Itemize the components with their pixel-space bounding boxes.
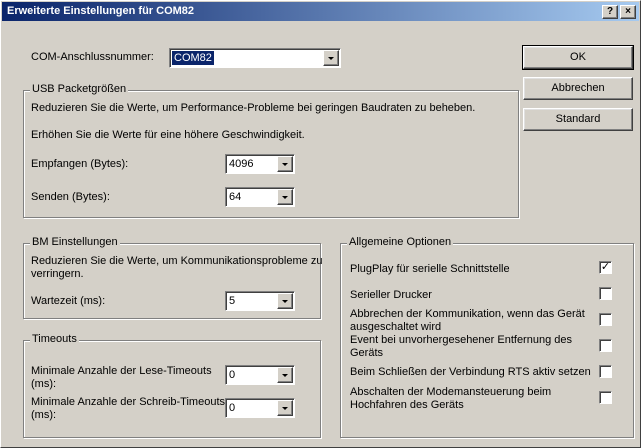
option-cancel-comm-label-1: Abbrechen der Kommunikation, wenn das Ge… [350,308,585,320]
chevron-down-icon[interactable] [277,156,293,172]
write-timeout-select[interactable]: 0 [225,398,295,418]
dialog-window: Erweiterte Einstellungen für COM82 ? × C… [0,0,641,448]
latency-label: Wartezeit (ms): [31,295,106,307]
receive-bytes-select[interactable]: 4096 [225,154,295,174]
help-icon: ? [606,6,614,17]
checkmark-icon: ✓ [600,261,611,273]
chevron-down-icon[interactable] [277,367,293,383]
option-plugplay-checkbox[interactable]: ✓ [599,261,612,274]
option-rts-checkbox[interactable] [599,365,612,378]
option-modem-checkbox[interactable] [599,391,612,404]
send-bytes-value: 64 [229,191,242,203]
option-plugplay-label: PlugPlay für serielle Schnittstelle [350,263,510,275]
read-timeout-label-1: Minimale Anzahle der Lese-Timeouts [31,365,212,377]
default-button[interactable]: Standard [523,108,633,131]
option-cancel-comm-checkbox[interactable] [599,313,612,326]
com-port-label: COM-Anschlussnummer: [31,51,154,63]
chevron-down-icon[interactable] [277,189,293,205]
title-bar[interactable]: Erweiterte Einstellungen für COM82 ? × [2,2,639,21]
bm-group-title: BM Einstellungen [30,236,120,248]
window-title: Erweiterte Einstellungen für COM82 [7,5,195,17]
read-timeout-select[interactable]: 0 [225,365,295,385]
latency-value: 5 [229,295,236,307]
options-group-title: Allgemeine Optionen [347,236,454,248]
option-modem-label-1: Abschalten der Modemansteuerung beim [350,386,552,398]
timeouts-group-title: Timeouts [30,333,79,345]
latency-select[interactable]: 5 [225,291,295,311]
send-bytes-select[interactable]: 64 [225,187,295,207]
write-timeout-label-1: Minimale Anzahle der Schreib-Timeouts [31,396,226,408]
receive-bytes-value: 4096 [229,158,254,170]
usb-group-title: USB Packetgrößen [30,83,129,95]
bm-description-1: Reduzieren Sie die Werte, um Kommunikati… [31,255,323,267]
read-timeout-label-2: (ms): [31,378,57,390]
chevron-down-icon[interactable] [323,50,339,66]
read-timeout-value: 0 [229,369,236,381]
com-port-select[interactable]: COM82 [169,48,341,68]
bm-description-2: verringern. [31,268,84,280]
write-timeout-value: 0 [229,402,236,414]
send-bytes-label: Senden (Bytes): [31,191,110,203]
help-button[interactable]: ? [602,5,618,19]
usb-description-2: Erhöhen Sie die Werte für eine höhere Ge… [31,129,305,141]
option-serial-printer-checkbox[interactable] [599,287,612,300]
receive-bytes-label: Empfangen (Bytes): [31,158,129,170]
option-modem-label-2: Hochfahren des Geräts [350,399,464,411]
cancel-button[interactable]: Abbrechen [523,77,633,100]
option-event-removal-label-2: Geräts [350,347,384,359]
close-button[interactable]: × [620,5,636,19]
write-timeout-label-2: (ms): [31,409,57,421]
com-port-value: COM82 [172,51,214,65]
option-rts-label: Beim Schließen der Verbindung RTS aktiv … [350,366,591,378]
usb-description-1: Reduzieren Sie die Werte, um Performance… [31,102,476,114]
ok-button[interactable]: OK [522,45,634,70]
option-serial-printer-label: Serieller Drucker [350,289,432,301]
chevron-down-icon[interactable] [277,400,293,416]
timeouts-group: Timeouts [23,333,321,438]
close-icon: × [625,6,631,17]
option-event-removal-checkbox[interactable] [599,339,612,352]
option-event-removal-label-1: Event bei unvorhergesehener Entfernung d… [350,334,572,346]
option-cancel-comm-label-2: ausgeschaltet wird [350,321,442,333]
chevron-down-icon[interactable] [277,293,293,309]
